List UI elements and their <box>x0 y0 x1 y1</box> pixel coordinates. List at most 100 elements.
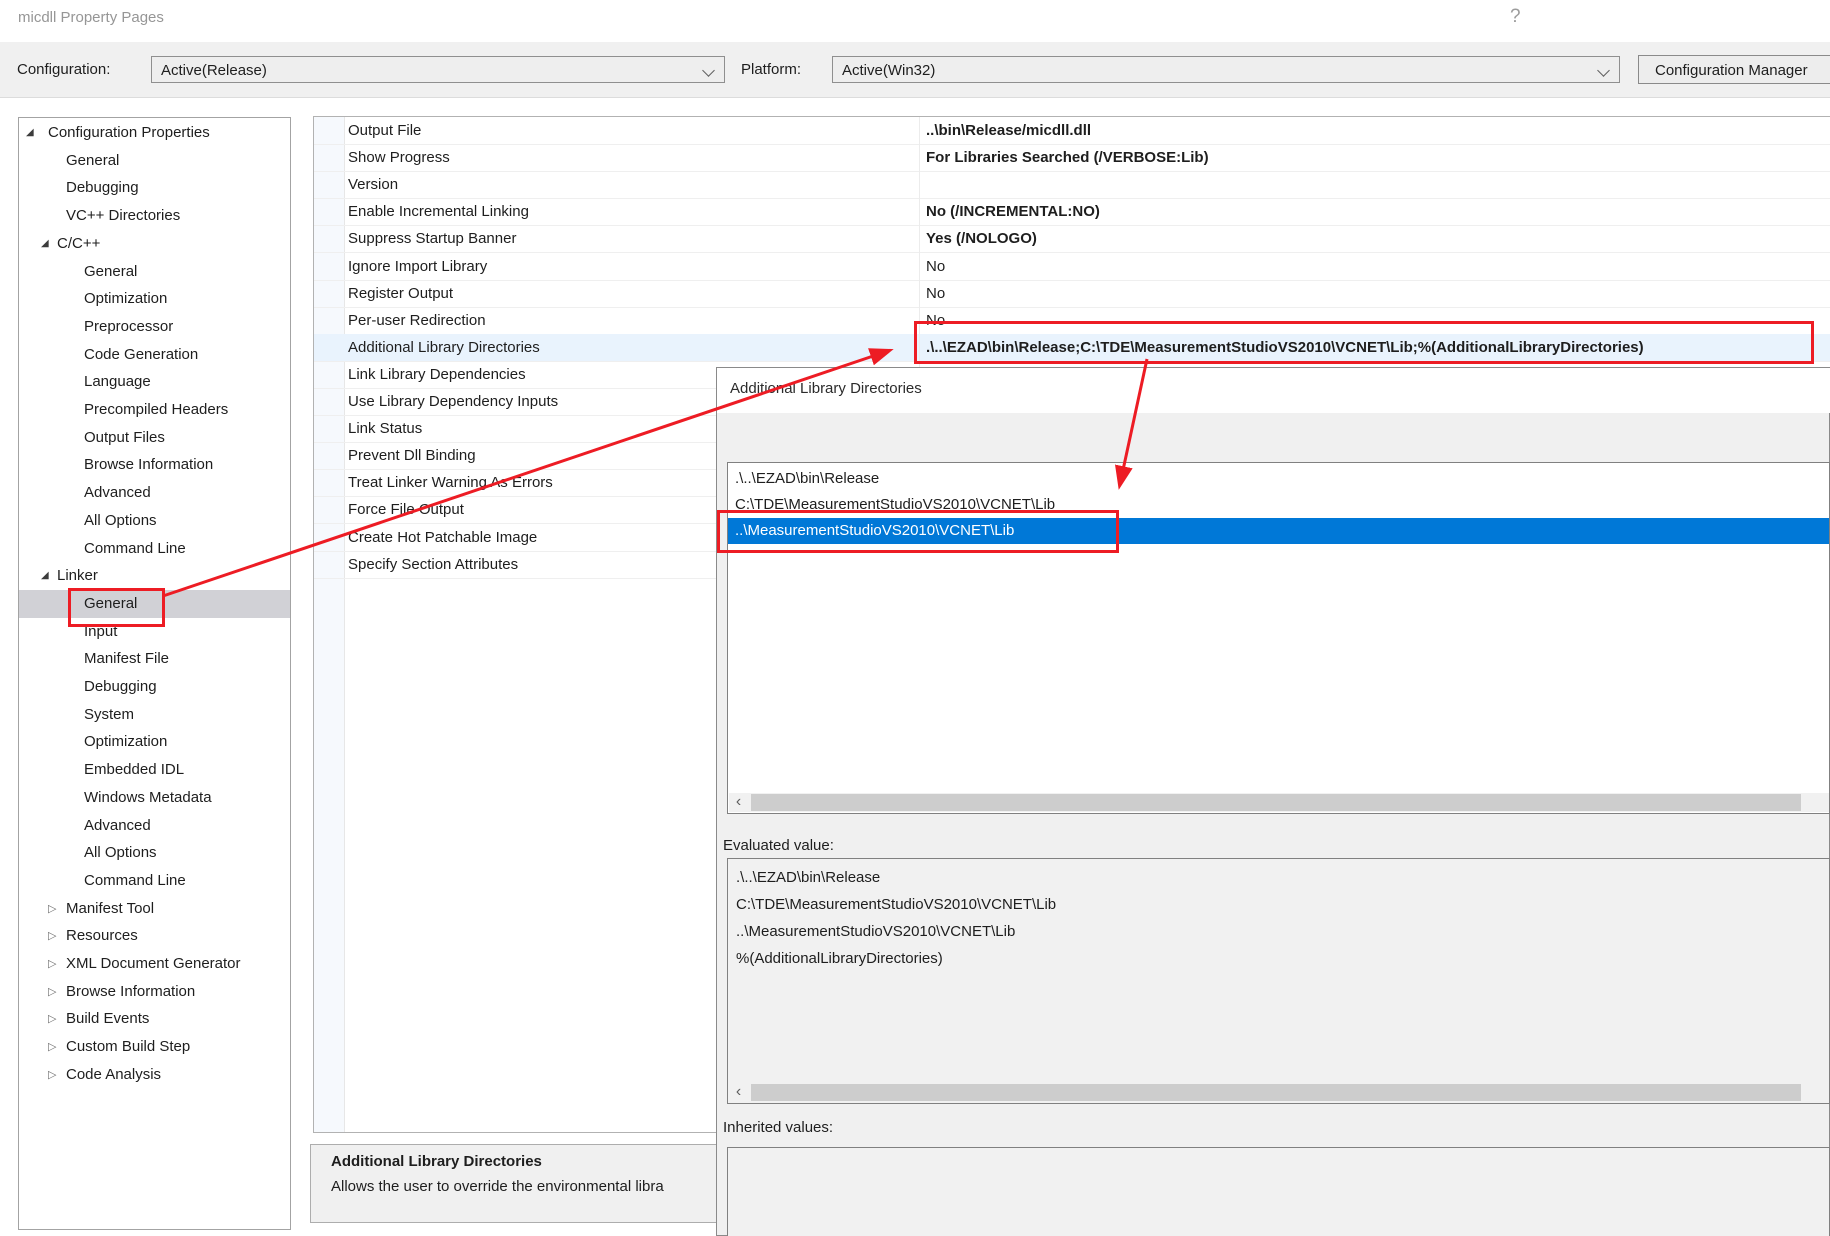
tree-item-vc-directories[interactable]: VC++ Directories <box>19 202 290 230</box>
tree-item-code-generation[interactable]: Code Generation <box>19 341 290 369</box>
tree-item-custom-build-step[interactable]: ▷Custom Build Step <box>19 1033 290 1061</box>
tree-item-general[interactable]: General <box>19 258 290 286</box>
tree-item-label: System <box>84 701 134 729</box>
description-text: Allows the user to override the environm… <box>331 1178 664 1195</box>
grid-row-show-progress[interactable]: Show ProgressFor Libraries Searched (/VE… <box>314 144 1830 172</box>
configuration-dropdown[interactable]: Active(Release) <box>151 56 725 83</box>
grid-row-register-output[interactable]: Register Output No <box>314 280 1830 308</box>
tree-item-output-files[interactable]: Output Files <box>19 424 290 452</box>
directory-list-item[interactable]: .\..\EZAD\bin\Release <box>728 466 1829 492</box>
tree-item-label: All Options <box>84 507 157 535</box>
collapsed-icon[interactable]: ▷ <box>48 1061 56 1089</box>
tree-item-label: Language <box>84 368 151 396</box>
tree-item-embedded-idl[interactable]: Embedded IDL <box>19 756 290 784</box>
property-pages-window: micdll Property Pages ? Configuration: A… <box>0 0 1830 1236</box>
expanded-icon[interactable]: ◢ <box>26 119 34 147</box>
property-label: Create Hot Patchable Image <box>348 524 537 551</box>
dialog-titlebar[interactable]: Additional Library Directories <box>717 368 1830 413</box>
tree-item-label: Build Events <box>66 1005 149 1033</box>
property-label: Register Output <box>348 280 453 307</box>
grid-row-ignore-import-library[interactable]: Ignore Import LibraryNo <box>314 253 1830 281</box>
evaluated-value-label: Evaluated value: <box>723 837 834 854</box>
tree-item-system[interactable]: System <box>19 701 290 729</box>
tree-item-label: Advanced <box>84 479 151 507</box>
scroll-left-icon[interactable]: ‹ <box>729 1083 748 1102</box>
tree-item-advanced[interactable]: Advanced <box>19 479 290 507</box>
tree-item-label: Preprocessor <box>84 313 173 341</box>
platform-dropdown[interactable]: Active(Win32) <box>832 56 1620 83</box>
property-value[interactable]: For Libraries Searched (/VERBOSE:Lib) <box>926 144 1209 171</box>
tree-item-general[interactable]: General <box>19 147 290 175</box>
tree-item-label: Precompiled Headers <box>84 396 228 424</box>
tree-item-linker[interactable]: ◢Linker <box>19 562 290 590</box>
tree-item-resources[interactable]: ▷Resources <box>19 922 290 950</box>
tree-item-browse-information[interactable]: ▷Browse Information <box>19 978 290 1006</box>
scrollbar-thumb[interactable] <box>751 794 1801 811</box>
tree-item-language[interactable]: Language <box>19 368 290 396</box>
property-label: Version <box>348 171 398 198</box>
tree-item-preprocessor[interactable]: Preprocessor <box>19 313 290 341</box>
evaluated-hscrollbar[interactable]: ‹ <box>729 1083 1830 1102</box>
scrollbar-thumb[interactable] <box>751 1084 1801 1101</box>
tree-item-label: Manifest Tool <box>66 895 154 923</box>
collapsed-icon[interactable]: ▷ <box>48 950 56 978</box>
tree-item-optimization[interactable]: Optimization <box>19 728 290 756</box>
tree-item-label: Code Analysis <box>66 1061 161 1089</box>
tree-item-build-events[interactable]: ▷ Build Events <box>19 1005 290 1033</box>
property-value[interactable]: Yes (/NOLOGO) <box>926 225 1037 252</box>
directory-list-hscrollbar[interactable]: ‹ <box>729 793 1830 812</box>
tree-item-manifest-tool[interactable]: ▷ Manifest Tool <box>19 895 290 923</box>
tree-item-label: C/C++ <box>57 230 100 258</box>
collapsed-icon[interactable]: ▷ <box>48 1005 56 1033</box>
tree-item-label: Embedded IDL <box>84 756 184 784</box>
evaluated-line: .\..\EZAD\bin\Release <box>728 864 1829 891</box>
tree-item-c-c-[interactable]: ◢ C/C++ <box>19 230 290 258</box>
grid-row-suppress-startup-banner[interactable]: Suppress Startup BannerYes (/NOLOGO) <box>314 225 1830 253</box>
configuration-value: Active(Release) <box>161 62 267 79</box>
collapsed-icon[interactable]: ▷ <box>48 922 56 950</box>
property-value[interactable]: No <box>926 253 945 280</box>
tree-item-label: Advanced <box>84 812 151 840</box>
tree-item-command-line[interactable]: Command Line <box>19 867 290 895</box>
tree-item-debugging[interactable]: Debugging <box>19 174 290 202</box>
tree-item-command-line[interactable]: Command Line <box>19 535 290 563</box>
grid-row-version[interactable]: Version <box>314 171 1830 199</box>
tree-item-label: Manifest File <box>84 645 169 673</box>
property-label: Link Status <box>348 415 422 442</box>
tree-item-label: All Options <box>84 839 157 867</box>
property-value[interactable]: ..\bin\Release/micdll.dll <box>926 117 1091 144</box>
property-value[interactable]: No <box>926 280 945 307</box>
property-label: Use Library Dependency Inputs <box>348 388 558 415</box>
expanded-icon[interactable]: ◢ <box>41 230 49 258</box>
description-title: Additional Library Directories <box>331 1153 542 1170</box>
collapsed-icon[interactable]: ▷ <box>48 978 56 1006</box>
annotation-box-list-item <box>717 510 1119 553</box>
tree-item-debugging[interactable]: Debugging <box>19 673 290 701</box>
help-icon[interactable]: ? <box>1510 6 1521 28</box>
tree-item-all-options[interactable]: All Options <box>19 839 290 867</box>
tree-item-optimization[interactable]: Optimization <box>19 285 290 313</box>
tree-item-all-options[interactable]: All Options <box>19 507 290 535</box>
configuration-manager-button[interactable]: Configuration Manager <box>1638 55 1830 84</box>
expanded-icon[interactable]: ◢ <box>41 562 49 590</box>
tree-item-manifest-file[interactable]: Manifest File <box>19 645 290 673</box>
tree-item-advanced[interactable]: Advanced <box>19 812 290 840</box>
tree-item-browse-information[interactable]: Browse Information <box>19 451 290 479</box>
tree-item-xml-document-generator[interactable]: ▷ XML Document Generator <box>19 950 290 978</box>
evaluated-lines: .\..\EZAD\bin\ReleaseC:\TDE\MeasurementS… <box>728 864 1829 972</box>
property-label: Output File <box>348 117 421 144</box>
tree-item-precompiled-headers[interactable]: Precompiled Headers <box>19 396 290 424</box>
grid-row-enable-incremental-linking[interactable]: Enable Incremental LinkingNo (/INCREMENT… <box>314 198 1830 226</box>
tree-item-code-analysis[interactable]: ▷ Code Analysis <box>19 1061 290 1089</box>
property-label: Link Library Dependencies <box>348 361 526 388</box>
property-value[interactable]: No (/INCREMENTAL:NO) <box>926 198 1100 225</box>
collapsed-icon[interactable]: ▷ <box>48 895 56 923</box>
tree-item-label: XML Document Generator <box>66 950 241 978</box>
grid-row-output-file[interactable]: Output File ..\bin\Release/micdll.dll <box>314 117 1830 145</box>
tree-item-windows-metadata[interactable]: Windows Metadata <box>19 784 290 812</box>
scroll-left-icon[interactable]: ‹ <box>729 793 748 812</box>
collapsed-icon[interactable]: ▷ <box>48 1033 56 1061</box>
tree-item-configuration-properties[interactable]: ◢Configuration Properties <box>19 119 290 147</box>
property-label: Specify Section Attributes <box>348 551 518 578</box>
dialog-title: Additional Library Directories <box>730 380 922 397</box>
